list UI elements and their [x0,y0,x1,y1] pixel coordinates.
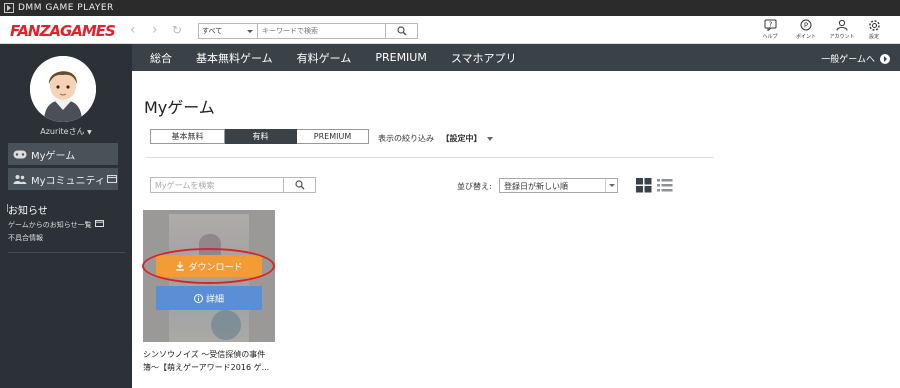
sort-select[interactable]: 登録日が新しい順 [499,178,618,193]
filter-status: 【設定中】 [441,134,482,143]
username-text: Azuriteさん [40,127,85,136]
help-icon: ? [764,19,776,31]
sort-label: 並び替え: [457,182,492,191]
sort-value: 登録日が新しい順 [504,182,568,191]
search-icon [396,26,406,36]
settings-button[interactable]: 設定 [861,19,887,40]
my-games-search: Myゲームを検索 [150,177,316,193]
notice-heading: お知らせ [8,206,48,217]
highlight-circle [142,248,275,284]
list-view-button[interactable] [657,178,673,193]
tab-paid[interactable]: 有料 [225,129,297,144]
nav-item-paid-games[interactable]: 有料ゲーム [297,50,352,66]
svg-text:?: ? [768,21,772,29]
game-title-line-1: シンソウノイズ 〜受信探偵の事件 [143,350,266,359]
top-toolbar: FANZAGAMES ‹ › ↻ すべて ? ヘルプ P ポイント アカウント … [0,16,900,44]
search-bar: すべて [198,23,418,39]
reload-icon[interactable]: ↻ [172,23,182,37]
help-label: ヘルプ [762,34,778,40]
search-button[interactable] [386,23,418,39]
nav-item-premium[interactable]: PREMIUM [375,51,427,64]
account-label: アカウント [829,34,855,40]
back-icon[interactable]: ‹ [130,22,136,38]
sidebar: Azuriteさん ▼ Myゲーム Myコミュニティ お知らせ ゲームからのお知… [0,44,132,388]
grid-view-icon [636,178,652,193]
app-icon [4,3,14,13]
filter-tabs: 基本無料 有料 PREMIUM [150,129,369,144]
community-icon [13,175,27,184]
arrow-right-icon [880,53,890,64]
my-games-search-input[interactable]: Myゲームを検索 [150,177,284,193]
search-input[interactable] [258,23,386,39]
main-nav: 総合 基本無料ゲーム 有料ゲーム PREMIUM スマホアプリ 一般ゲームへ [132,44,900,71]
nav-item-mobile-apps[interactable]: スマホアプリ [451,50,517,66]
info-icon [193,293,203,303]
search-icon [294,180,304,190]
my-games-search-button[interactable] [284,177,316,193]
avatar[interactable] [30,56,96,122]
display-filter[interactable]: 表示の絞り込み 【設定中】 [378,133,494,144]
filter-label-text: 表示の絞り込み [378,134,434,143]
brand-logo[interactable]: FANZAGAMES [10,22,116,40]
external-window-icon [106,175,117,183]
notice-link-game-news[interactable]: ゲームからのお知らせ一覧 [8,220,104,230]
point-icon: P [800,19,812,31]
content-divider [146,157,714,158]
title-bar: DMM GAME PLAYER [0,0,900,16]
forward-icon[interactable]: › [152,22,158,38]
chevron-down-icon: ▼ [87,129,92,136]
sidebar-item-label: Myゲーム [31,150,76,162]
window-title: DMM GAME PLAYER [18,3,114,13]
search-category-select[interactable]: すべて [198,23,258,39]
list-view-icon [657,179,673,192]
tab-free[interactable]: 基本無料 [150,129,225,144]
point-label: ポイント [795,34,816,40]
gamepad-icon [13,150,27,158]
general-games-label: 一般ゲームへ [821,55,875,65]
nav-item-overview[interactable]: 総合 [150,50,172,66]
sidebar-item-my-community[interactable]: Myコミュニティ [8,168,118,190]
chevron-down-icon [605,179,617,192]
page-title: Myゲーム [144,98,215,117]
game-title-line-2: 簿〜【萌えゲーアワード2016 ゲ... [143,363,270,372]
svg-text:P: P [804,22,808,30]
sidebar-item-label: Myコミュニティ [31,175,105,187]
tab-premium[interactable]: PREMIUM [297,129,369,144]
username[interactable]: Azuriteさん ▼ [0,126,132,137]
account-button[interactable]: アカウント [829,19,855,40]
help-button[interactable]: ? ヘルプ [757,19,783,40]
general-games-link[interactable]: 一般ゲームへ [821,52,890,65]
detail-button[interactable]: 詳細 [156,286,262,310]
sidebar-item-my-games[interactable]: Myゲーム [8,143,118,165]
notice-link-text: ゲームからのお知らせ一覧 [8,221,92,229]
chevron-down-icon [487,136,494,141]
detail-label: 詳細 [205,294,224,305]
settings-icon [868,19,880,31]
external-window-icon [94,220,104,227]
point-button[interactable]: P ポイント [793,19,819,40]
sidebar-divider [8,252,126,253]
grid-view-button[interactable] [636,178,652,193]
game-title[interactable]: シンソウノイズ 〜受信探偵の事件 簿〜【萌えゲーアワード2016 ゲ... [143,348,275,374]
notice-link-bug-info[interactable]: 不具合情報 [8,233,43,243]
avatar-image [30,56,96,122]
nav-item-free-games[interactable]: 基本無料ゲーム [196,50,273,66]
account-icon [836,19,848,31]
settings-label: 設定 [868,34,879,40]
